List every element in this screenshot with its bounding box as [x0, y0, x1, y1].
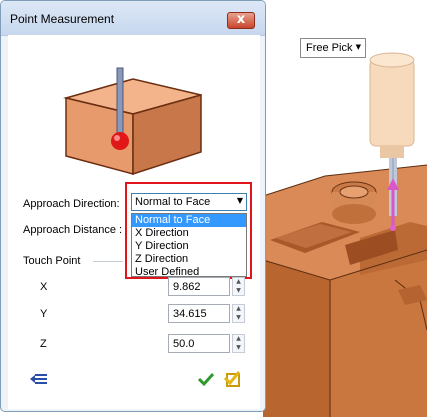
- spin-down-icon[interactable]: ▼: [233, 344, 244, 352]
- group-divider: [93, 261, 123, 262]
- dialog-title: Point Measurement: [10, 12, 115, 26]
- z-spinner[interactable]: ▲ ▼: [232, 334, 245, 353]
- chevron-down-icon: ▼: [355, 43, 361, 51]
- spin-up-icon[interactable]: ▲: [233, 278, 244, 286]
- approach-direction-select[interactable]: Normal to Face ▼: [131, 193, 247, 211]
- list-button[interactable]: [29, 372, 49, 388]
- list-icon: [30, 374, 47, 384]
- y-label: Y: [40, 308, 48, 320]
- spin-up-icon[interactable]: ▲: [233, 305, 244, 313]
- close-button[interactable]: x: [227, 12, 255, 29]
- spin-up-icon[interactable]: ▲: [233, 335, 244, 343]
- title-bar[interactable]: Point Measurement x: [1, 1, 265, 36]
- approach-direction-label: Approach Direction:: [23, 198, 120, 210]
- check-icon: [197, 372, 215, 387]
- x-label: X: [40, 281, 48, 293]
- free-pick-dropdown[interactable]: Free Pick ▼: [300, 38, 366, 58]
- y-spinner[interactable]: ▲ ▼: [232, 304, 245, 323]
- apply-button[interactable]: [223, 370, 243, 387]
- spin-down-icon[interactable]: ▼: [233, 287, 244, 295]
- point-measurement-dialog: Point Measurement x Approach Direction: …: [0, 0, 266, 412]
- x-value: 9.862: [173, 281, 201, 293]
- option-y-direction[interactable]: Y Direction: [132, 240, 246, 253]
- free-pick-label: Free Pick: [306, 42, 353, 54]
- approach-direction-value: Normal to Face: [135, 196, 211, 208]
- approach-direction-list: Normal to Face X Direction Y Direction Z…: [131, 213, 247, 278]
- option-normal-to-face[interactable]: Normal to Face: [132, 214, 246, 227]
- z-field[interactable]: 50.0: [168, 334, 230, 353]
- approach-distance-label: Approach Distance :: [23, 224, 123, 236]
- spin-down-icon[interactable]: ▼: [233, 314, 244, 322]
- y-value: 34.615: [173, 308, 207, 320]
- x-spinner[interactable]: ▲ ▼: [232, 277, 245, 296]
- option-z-direction[interactable]: Z Direction: [132, 253, 246, 266]
- probe-diagram: [63, 67, 202, 176]
- close-icon: x: [236, 12, 246, 27]
- apply-icon: [223, 371, 241, 387]
- ok-button[interactable]: [196, 371, 216, 387]
- y-field[interactable]: 34.615: [168, 304, 230, 323]
- z-label: Z: [40, 338, 47, 350]
- z-value: 50.0: [173, 338, 195, 350]
- touch-point-label: Touch Point: [23, 255, 81, 267]
- x-field[interactable]: 9.862: [168, 277, 230, 296]
- option-x-direction[interactable]: X Direction: [132, 227, 246, 240]
- chevron-down-icon: ▼: [236, 196, 243, 205]
